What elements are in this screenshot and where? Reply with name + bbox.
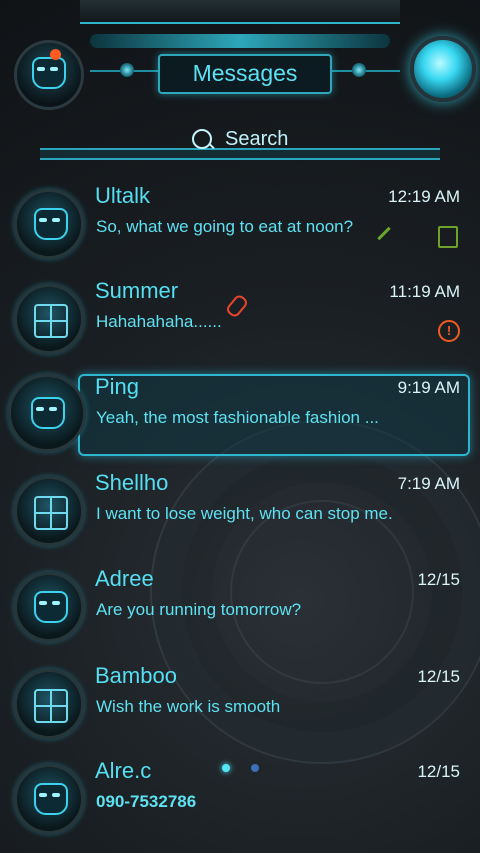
- conversation-row-adree[interactable]: Adree 12/15 Are you running tomorrow?: [0, 558, 480, 652]
- conversation-row-summer[interactable]: Summer 11:19 AM Hahahahaha......: [0, 270, 480, 364]
- message-time: 9:19 AM: [397, 378, 460, 397]
- robot-face-icon: [32, 57, 66, 89]
- message-preview: I want to lose weight, who can stop me.: [96, 504, 393, 523]
- contact-name: Ping: [95, 374, 140, 399]
- conversation-row-bamboo[interactable]: Bamboo 12/15 Wish the work is smooth: [0, 655, 480, 749]
- message-preview: Are you running tomorrow?: [96, 600, 302, 619]
- robot-face-icon: [34, 208, 68, 240]
- robot-face-icon: [34, 783, 68, 815]
- eye: [39, 218, 47, 222]
- contact-name: Shellho: [95, 470, 169, 495]
- conversation-row-ultalk[interactable]: Ultalk 12:19 AM So, what we going to eat…: [0, 175, 480, 269]
- grid-face-icon: [34, 304, 68, 338]
- eye: [52, 218, 60, 222]
- eye: [36, 407, 44, 411]
- avatar: [14, 284, 84, 354]
- eye: [52, 793, 60, 797]
- message-time: 11:19 AM: [389, 282, 460, 301]
- rivet-left: [120, 63, 134, 77]
- title-box: Messages: [158, 54, 332, 94]
- page-title: Messages: [192, 60, 298, 86]
- message-preview: So, what we going to eat at noon?: [96, 217, 354, 236]
- header: Messages Search: [0, 0, 480, 175]
- contact-name: Bamboo: [95, 663, 177, 688]
- conversation-row-ping[interactable]: Ping 9:19 AM Yeah, the most fashionable …: [0, 366, 480, 460]
- notification-dot: [50, 49, 61, 60]
- contact-name: Ultalk: [95, 183, 151, 208]
- robot-face-icon: [31, 397, 65, 429]
- message-preview: Yeah, the most fashionable fashion ...: [96, 408, 379, 427]
- message-preview: 090-7532786: [96, 792, 197, 811]
- error-icon: !: [438, 320, 460, 342]
- eye: [50, 67, 58, 71]
- search-bar[interactable]: Search: [40, 122, 440, 162]
- page-indicator: [0, 764, 480, 774]
- menu-orb-button[interactable]: [410, 36, 476, 102]
- avatar: [14, 476, 84, 546]
- contact-name: Summer: [95, 278, 179, 303]
- contact-name: Adree: [95, 566, 154, 591]
- draft-note-icon: [438, 226, 458, 248]
- search-icon: [192, 129, 212, 149]
- page-dot-active[interactable]: [222, 764, 230, 772]
- page-dot[interactable]: [251, 764, 259, 772]
- grid-face-icon: [34, 496, 68, 530]
- profile-avatar[interactable]: [14, 40, 84, 110]
- avatar: [14, 572, 84, 642]
- top-glow-bar: [90, 34, 390, 48]
- avatar: [8, 374, 86, 452]
- avatar: [14, 764, 84, 834]
- eye: [49, 407, 57, 411]
- message-preview: Wish the work is smooth: [96, 697, 281, 716]
- conversation-row-shellho[interactable]: Shellho 7:19 AM I want to lose weight, w…: [0, 462, 480, 556]
- eye: [37, 67, 45, 71]
- message-preview: Hahahahaha......: [96, 312, 222, 331]
- avatar: [14, 669, 84, 739]
- search-label: Search: [225, 128, 289, 150]
- message-time: 12:19 AM: [388, 187, 460, 206]
- grid-face-icon: [34, 689, 68, 723]
- top-plate: [80, 0, 400, 24]
- eye: [39, 793, 47, 797]
- rivet-right: [352, 63, 366, 77]
- message-time: 12/15: [417, 570, 460, 589]
- message-time: 7:19 AM: [397, 474, 460, 493]
- robot-face-icon: [34, 591, 68, 623]
- message-time: 12/15: [417, 667, 460, 686]
- avatar: [14, 189, 84, 259]
- eye: [39, 601, 47, 605]
- eye: [52, 601, 60, 605]
